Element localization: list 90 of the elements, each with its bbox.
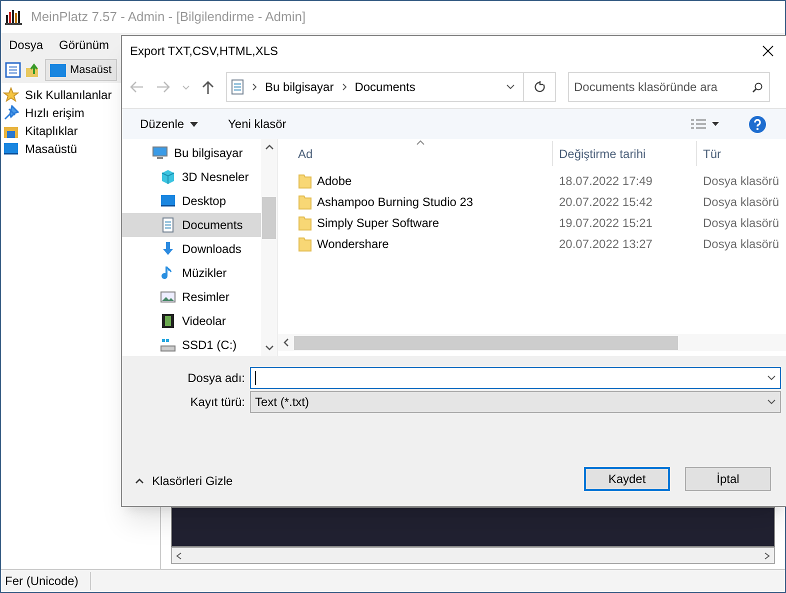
table-cell-text: 18.07.2022 17:49 — [559, 172, 652, 190]
up-arrow-icon[interactable] — [202, 80, 214, 94]
breadcrumb-item[interactable]: Documents — [354, 78, 416, 96]
column-header[interactable]: Tür — [696, 141, 786, 166]
table-cell-text: Dosya klasörü — [703, 194, 780, 210]
document-icon — [231, 79, 244, 95]
scroll-up-icon[interactable] — [264, 144, 274, 150]
horizontal-scrollbar[interactable] — [171, 547, 775, 564]
tree-item[interactable]: Hızlı erişim — [25, 104, 84, 122]
down-arrow-icon — [160, 241, 176, 257]
column-header[interactable]: Ad — [278, 141, 552, 166]
close-icon — [762, 45, 774, 57]
folder-icon — [298, 236, 312, 252]
dialog-title: Export TXT,CSV,HTML,XLS — [130, 43, 278, 60]
folder-icon — [298, 172, 312, 188]
chevron-right-icon — [342, 83, 347, 91]
table-cell-text: 19.07.2022 15:21 — [559, 214, 652, 232]
chevron-up-icon — [135, 478, 144, 484]
scroll-thumb[interactable] — [294, 336, 678, 350]
menu-item[interactable]: Dosya — [9, 36, 44, 54]
tree-item[interactable]: Kitaplıklar — [25, 122, 78, 140]
folder-up-icon[interactable] — [25, 62, 41, 78]
chevron-right-icon — [252, 83, 257, 91]
folder-icon — [298, 214, 312, 230]
table-cell-text: Dosya klasörü — [703, 172, 780, 190]
file-type-dropdown[interactable]: Text (*.txt) — [250, 390, 781, 412]
document-icon — [160, 217, 176, 233]
column-header[interactable]: Değiştirme tarihi — [552, 141, 696, 166]
nav-item[interactable]: Desktop — [122, 189, 261, 213]
menu-item[interactable]: Görünüm — [59, 36, 110, 54]
star-icon — [3, 87, 19, 103]
scroll-left-icon[interactable] — [283, 338, 289, 347]
dialog-button[interactable]: İptal — [685, 467, 771, 491]
scroll-left-icon[interactable] — [176, 552, 182, 560]
vertical-scrollbar[interactable] — [261, 139, 277, 356]
chevron-down-icon[interactable] — [767, 374, 776, 380]
nav-item[interactable]: Resimler — [122, 285, 261, 309]
dialog-button[interactable]: Kaydet — [584, 467, 670, 491]
search-field[interactable]: Documents klasöründe ara — [568, 72, 770, 102]
desktop-icon — [160, 193, 176, 209]
film-icon — [160, 313, 176, 329]
table-cell-text: Dosya klasörü — [703, 236, 780, 252]
monitor-icon — [152, 145, 168, 161]
table-cell[interactable]: Adobe — [317, 172, 352, 190]
breadcrumb-item[interactable]: Bu bilgisayar — [265, 78, 334, 96]
nav-item[interactable]: Müzikler — [122, 261, 261, 285]
tree-item[interactable]: Sık Kullanılanlar — [25, 86, 112, 104]
folder-icon — [298, 194, 312, 210]
address-field[interactable]: Masaüst — [45, 59, 117, 81]
table-cell[interactable]: Wondershare — [317, 234, 389, 252]
chevron-down-icon[interactable] — [506, 84, 515, 90]
field-label: Dosya adı: — [186, 370, 245, 386]
nav-item[interactable]: SSD1 (C:) — [122, 333, 261, 357]
app-logo-icon — [5, 9, 23, 25]
tree-item[interactable]: Masaüstü — [25, 140, 78, 158]
table-cell[interactable]: Ashampoo Burning Studio 23 — [317, 192, 474, 210]
search-icon — [752, 82, 763, 93]
scroll-right-icon[interactable] — [764, 552, 770, 560]
table-cell-text: 20.07.2022 13:27 — [559, 236, 652, 252]
nav-item[interactable]: Documents — [122, 213, 261, 237]
scroll-thumb[interactable] — [262, 196, 276, 238]
image-icon — [160, 289, 176, 305]
list-view-icon[interactable] — [5, 62, 21, 78]
help-icon[interactable] — [749, 116, 766, 132]
window-title: MeinPlatz 7.57 - Admin - [Bilgilendirme - Admin] — [31, 8, 306, 26]
drive-icon — [160, 337, 176, 353]
status-text: Fer (Unicode) — [1, 572, 92, 590]
caret-icon — [190, 122, 198, 126]
desktop-icon — [50, 64, 66, 76]
desktop-icon — [3, 141, 19, 157]
table-cell-text: Dosya klasörü — [703, 214, 780, 232]
text-cursor — [255, 370, 256, 384]
horizontal-scrollbar[interactable] — [278, 334, 786, 351]
nav-item[interactable]: Bu bilgisayar — [122, 141, 261, 165]
pin-icon — [3, 105, 19, 121]
toolbar-button[interactable]: Yeni klasör — [228, 115, 286, 133]
refresh-icon — [534, 81, 546, 93]
toolbar-button[interactable]: Düzenle — [140, 115, 198, 133]
scroll-down-icon[interactable] — [264, 345, 274, 351]
cube-icon — [160, 169, 176, 185]
file-name-field[interactable] — [250, 366, 781, 388]
table-cell-text: 20.07.2022 15:42 — [559, 194, 652, 210]
table-cell[interactable]: Simply Super Software — [317, 214, 440, 232]
hide-folders-toggle[interactable]: Klasörleri Gizle — [127, 472, 233, 492]
nav-item[interactable]: 3D Nesneler — [122, 165, 261, 189]
nav-item[interactable]: Downloads — [122, 237, 261, 261]
field-label: Kayıt türü: — [189, 394, 245, 410]
nav-item[interactable]: Videolar — [122, 309, 261, 333]
view-options-icon[interactable] — [691, 119, 719, 129]
chevron-down-icon[interactable] — [767, 398, 776, 404]
